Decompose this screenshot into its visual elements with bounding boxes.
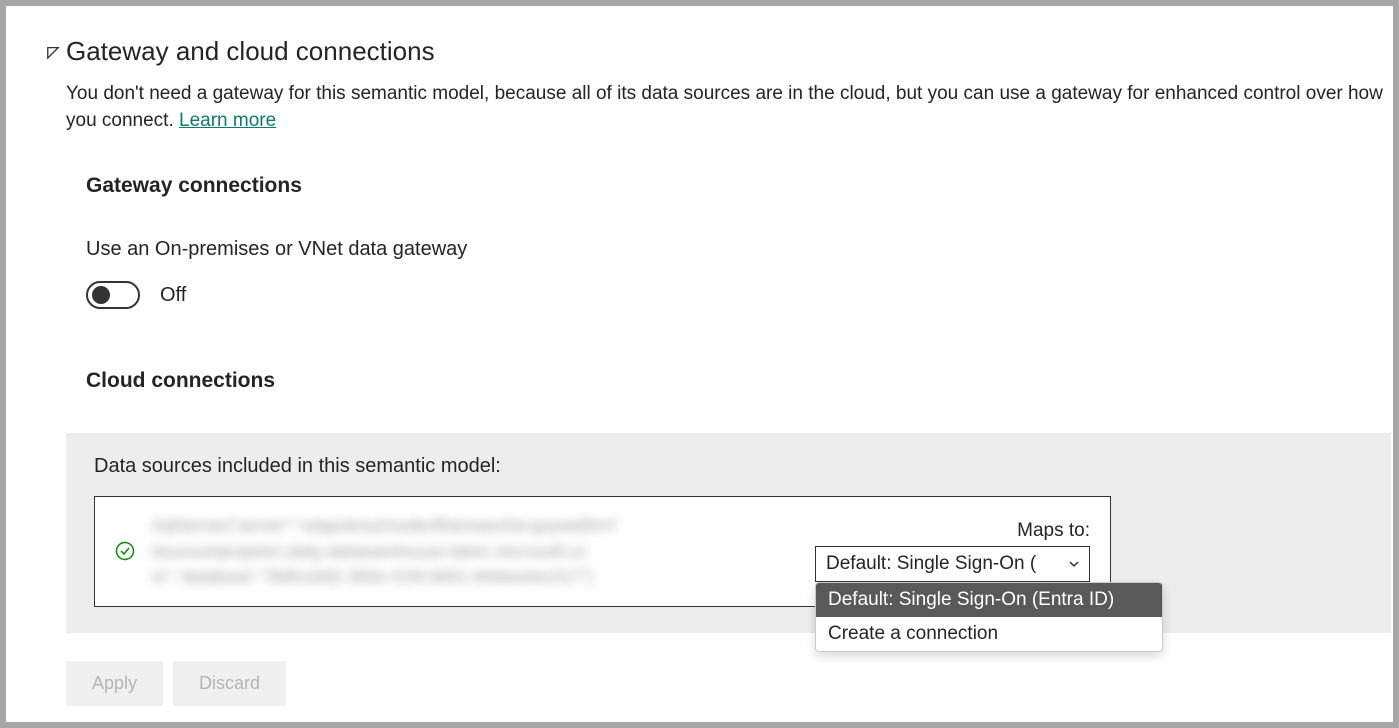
- toggle-knob: [92, 286, 110, 304]
- data-source-row: SqlServer{"server":"xdapokmy2oudenffvkma…: [94, 496, 1111, 607]
- apply-button[interactable]: Apply: [66, 661, 163, 706]
- check-circle-icon: [115, 541, 135, 561]
- section-header: Gateway and cloud connections: [46, 36, 1391, 67]
- maps-to-label: Maps to:: [1017, 520, 1090, 542]
- collapse-triangle-icon[interactable]: [46, 45, 60, 59]
- learn-more-link[interactable]: Learn more: [179, 110, 276, 131]
- section-title: Gateway and cloud connections: [66, 36, 435, 67]
- discard-button[interactable]: Discard: [173, 661, 286, 706]
- maps-to-dropdown-menu: Default: Single Sign-On (Entra ID) Creat…: [815, 582, 1163, 652]
- maps-to-dropdown-wrapper: Default: Single Sign-On ( Default: Singl…: [815, 546, 1090, 582]
- cloud-panel-title: Data sources included in this semantic m…: [94, 455, 1365, 478]
- chevron-down-icon: [1067, 557, 1081, 571]
- gateway-toggle-label: Use an On-premises or VNet data gateway: [86, 238, 1391, 261]
- cloud-connections-title: Cloud connections: [86, 369, 1391, 393]
- dropdown-option-default-sso[interactable]: Default: Single Sign-On (Entra ID): [816, 583, 1162, 617]
- cloud-connections-panel: Data sources included in this semantic m…: [66, 433, 1391, 633]
- gateway-subsection: Gateway connections Use an On-premises o…: [86, 174, 1391, 393]
- maps-to-dropdown[interactable]: Default: Single Sign-On (: [815, 546, 1090, 582]
- data-source-connection-string: SqlServer{"server":"xdapokmy2oudenffvkma…: [151, 513, 799, 590]
- gateway-toggle-switch[interactable]: [86, 281, 140, 309]
- dropdown-option-create-connection[interactable]: Create a connection: [816, 617, 1162, 651]
- gateway-connections-title: Gateway connections: [86, 174, 1391, 198]
- section-description: You don't need a gateway for this semant…: [66, 81, 1391, 134]
- gateway-toggle-state: Off: [160, 284, 186, 307]
- gateway-toggle-row: Off: [86, 281, 1391, 309]
- dropdown-selected-value: Default: Single Sign-On (: [826, 553, 1036, 574]
- maps-to-section: Maps to: Default: Single Sign-On ( Defau…: [815, 520, 1090, 582]
- action-button-row: Apply Discard: [66, 661, 1391, 706]
